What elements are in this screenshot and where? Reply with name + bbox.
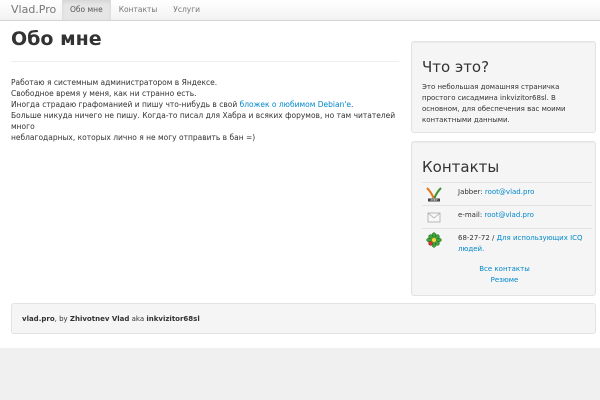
footer: vlad.pro, by Zhivotnev Vlad aka inkvizit…	[11, 303, 596, 334]
xmpp-icon: XMPP	[426, 187, 442, 202]
brand-link[interactable]: Vlad.Pro	[11, 1, 56, 19]
jabber-contact: Jabber: root@vlad.pro	[458, 187, 534, 198]
page: Vlad.Pro Обо мне Контакты Услуги Обо мне…	[0, 0, 600, 400]
jabber-label: Jabber:	[458, 188, 485, 196]
footer-by: , by	[54, 315, 70, 323]
jabber-link[interactable]: root@vlad.pro	[485, 188, 535, 196]
navbar: Vlad.Pro Обо мне Контакты Услуги	[0, 0, 600, 21]
about-line-3: Иногда страдаю графоманией и пишу что-ни…	[11, 99, 399, 110]
about-box-title: Что это?	[422, 58, 490, 76]
all-contacts-link[interactable]: Все контакты	[412, 264, 597, 275]
email-contact: e-mail: root@vlad.pro	[458, 210, 534, 221]
email-label: e-mail:	[458, 211, 485, 219]
nav-item-contacts[interactable]: Контакты	[111, 0, 166, 20]
about-line-4: Больше никуда ничего не пишу. Когда-то п…	[11, 111, 396, 131]
icq-separator: /	[489, 234, 497, 242]
about-line-1: Работаю я системным администратором в Ян…	[11, 78, 218, 87]
footer-name: Zhivotnev Vlad	[69, 315, 130, 323]
page-title: Обо мне	[11, 26, 399, 62]
main-content: Обо мне Работаю я системным администрато…	[11, 26, 399, 143]
about-line-2: Свободное время у меня, как ни странно е…	[11, 89, 197, 98]
icq-flower-icon	[426, 232, 442, 248]
svg-text:XMPP: XMPP	[430, 198, 438, 202]
contacts-links: Все контакты Резюме	[412, 264, 597, 286]
footer-nick: inkvizitor68sl	[146, 315, 200, 323]
footer-text: vlad.pro, by Zhivotnev Vlad aka inkvizit…	[22, 314, 200, 325]
about-text: Работаю я системным администратором в Ян…	[11, 77, 399, 143]
contact-row-icq: 68-27-72 / Для использующих ICQ людей.	[422, 228, 592, 258]
icq-number: 68-27-72	[458, 234, 490, 242]
nav-item-about[interactable]: Обо мне	[62, 0, 111, 20]
resume-link[interactable]: Резюме	[412, 275, 597, 286]
about-line-5: неблагодарных, которых лично я не могу о…	[11, 133, 256, 142]
icq-contact: 68-27-72 / Для использующих ICQ людей.	[458, 233, 598, 255]
envelope-icon	[427, 212, 441, 223]
about-line-3-text: Иногда страдаю графоманией и пишу что-ни…	[11, 100, 240, 109]
contacts-box-title: Контакты	[422, 158, 500, 176]
about-box-description: Это небольшая домашняя страничка простог…	[422, 83, 566, 124]
contact-row-email: e-mail: root@vlad.pro	[422, 205, 592, 223]
footer-site: vlad.pro	[22, 315, 55, 323]
nav-menu: Обо мне Контакты Услуги	[62, 0, 208, 20]
nav-item-services[interactable]: Услуги	[165, 0, 208, 20]
blog-link[interactable]: бложек о любимом Debian'е	[240, 100, 351, 109]
footer-aka: aka	[129, 315, 147, 323]
about-box: Что это? Это небольшая домашняя страничк…	[411, 41, 596, 133]
contact-row-jabber: XMPP Jabber: root@vlad.pro	[422, 182, 592, 202]
about-line-3-end: .	[351, 100, 354, 109]
email-link[interactable]: root@vlad.pro	[484, 211, 534, 219]
contacts-box: Контакты XMPP Jabber: root@vlad.pro e-ma…	[411, 141, 596, 296]
